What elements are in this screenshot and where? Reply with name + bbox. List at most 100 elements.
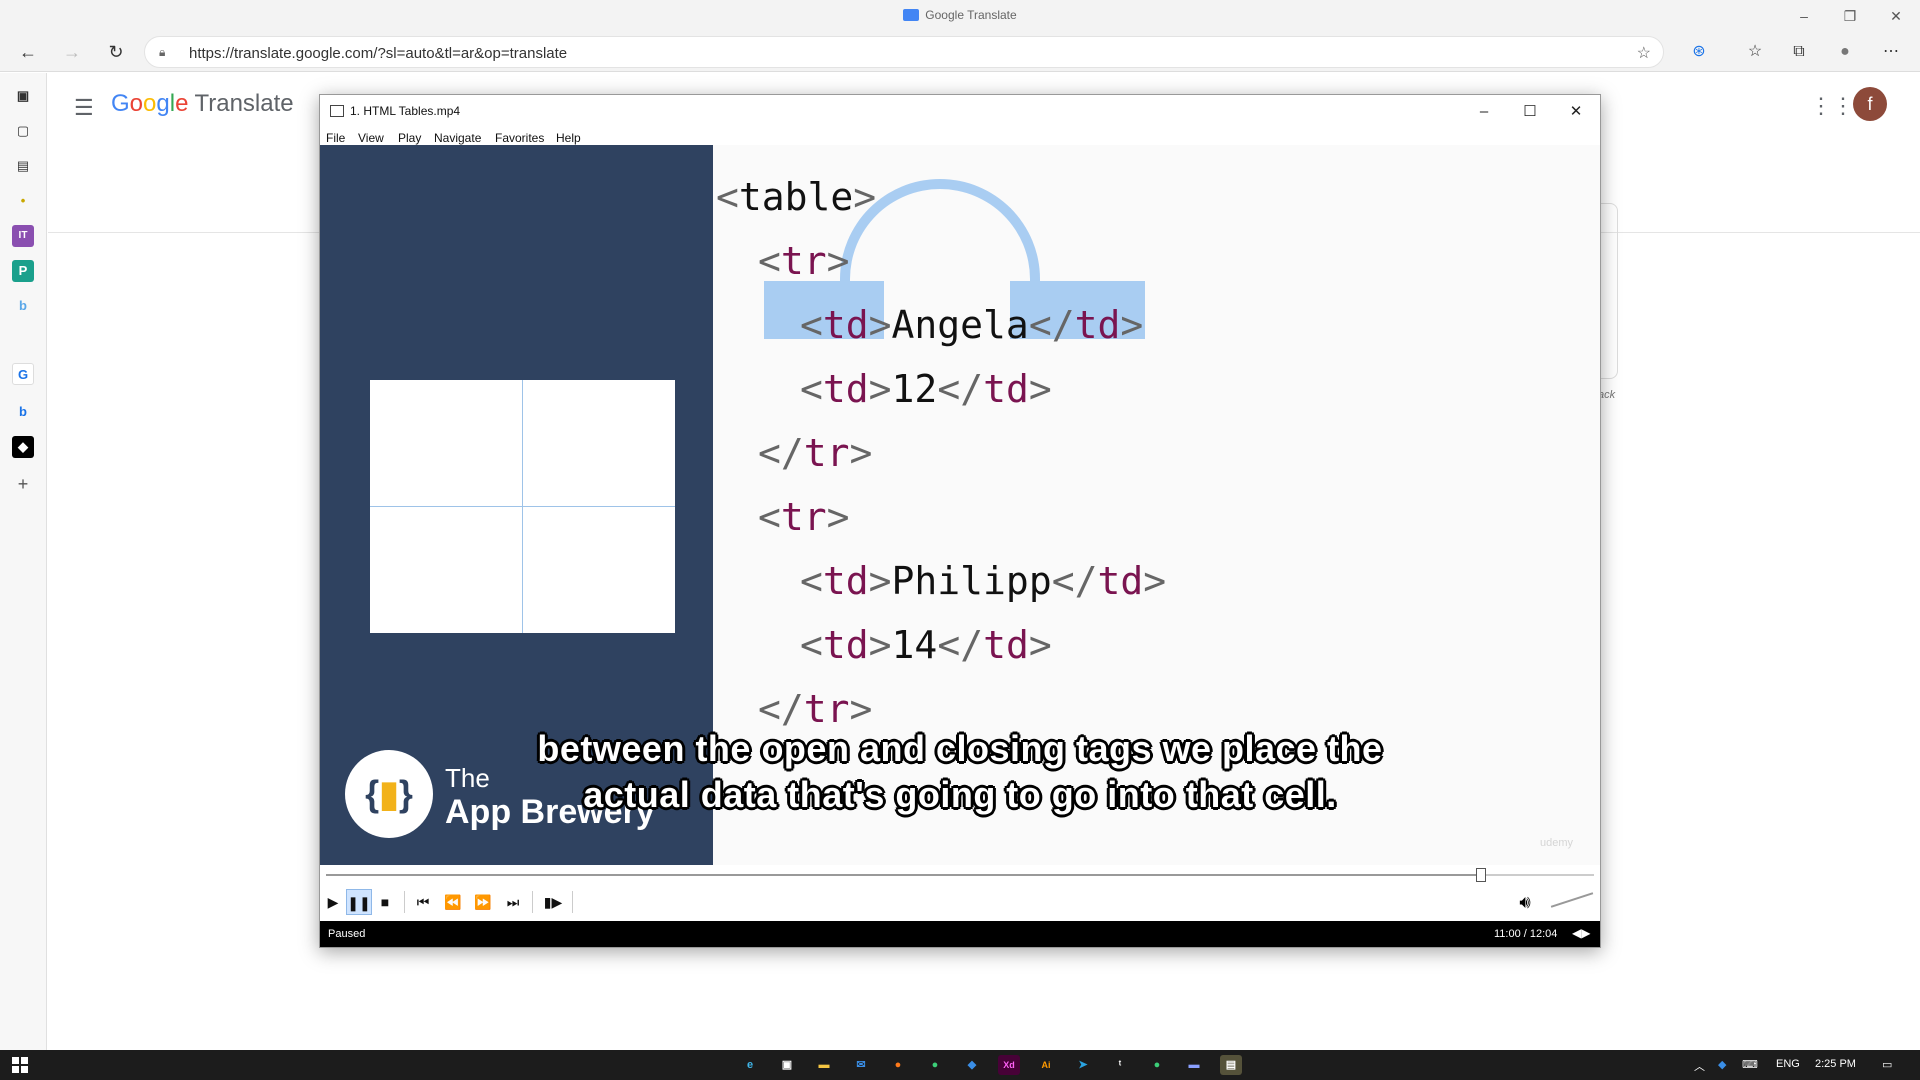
taskbar-store-icon[interactable]: ▣	[776, 1055, 798, 1075]
sidebar-bing-icon[interactable]: b	[12, 295, 34, 317]
menu-file[interactable]: File	[326, 131, 345, 145]
favorite-add-icon[interactable]: ☆	[1637, 43, 1651, 63]
close-button[interactable]: ✕	[1876, 4, 1916, 28]
code-td-12: <td>12</td>	[800, 367, 1052, 411]
taskbar-mail-icon[interactable]: ✉	[850, 1055, 872, 1075]
play-icon[interactable]: ▶	[320, 889, 346, 915]
playback-time: 11:00 / 12:04	[1494, 928, 1558, 940]
sidebar-p-icon[interactable]: P	[12, 260, 34, 282]
tray-dropbox-icon[interactable]: ◆	[1718, 1058, 1726, 1071]
window-title: Google Translate	[0, 8, 1920, 22]
code-td-14: <td>14</td>	[800, 623, 1052, 667]
browser-titlebar: Google Translate – ❐ ✕	[0, 0, 1920, 32]
player-titlebar: 1. HTML Tables.mp4 – ☐ ✕	[320, 95, 1600, 129]
hamburger-menu-icon[interactable]: ☰	[74, 95, 94, 121]
sidebar-box-icon[interactable]: ◆	[12, 436, 34, 458]
player-statusbar: Paused 11:00 / 12:04 ◀▶	[320, 921, 1600, 947]
translate-side-panel	[1600, 203, 1618, 379]
tray-language[interactable]: ENG	[1776, 1058, 1800, 1070]
taskbar-vscode-icon[interactable]: ◆	[961, 1055, 983, 1075]
google-translate-logo[interactable]: Google Translate	[111, 90, 294, 118]
subtitle-line-2: actual data that's going to go into that…	[583, 774, 1337, 815]
refresh-icon[interactable]: ↻	[102, 38, 130, 66]
code-table-open: <table>	[716, 175, 877, 219]
taskbar-mediaplayer-icon[interactable]: ▤	[1220, 1055, 1242, 1075]
sidebar-page-icon[interactable]: ▢	[12, 120, 34, 142]
sidebar-add-icon[interactable]: +	[12, 473, 34, 495]
video-frame[interactable]: {▮} The App Brewery <table> <tr> <td>Ang…	[320, 145, 1600, 865]
address-bar[interactable]: 🔒︎ https://translate.google.com/?sl=auto…	[144, 36, 1664, 68]
sidebar-bing2-icon[interactable]: b	[12, 401, 34, 423]
minimize-button[interactable]: –	[1784, 4, 1824, 28]
menu-favorites[interactable]: Favorites	[495, 131, 544, 145]
volume-slider[interactable]	[1550, 892, 1594, 908]
tray-notification-icon[interactable]: ▭	[1882, 1058, 1892, 1071]
player-app-icon	[330, 105, 344, 117]
code-td-angela: <td>Angela</td>	[800, 303, 1144, 347]
taskbar-explorer-icon[interactable]: ▬	[813, 1055, 835, 1075]
menu-help[interactable]: Help	[556, 131, 581, 145]
player-minimize-button[interactable]: –	[1462, 99, 1506, 125]
menu-navigate[interactable]: Navigate	[434, 131, 481, 145]
sidebar-tabs-icon[interactable]: ▣	[12, 85, 34, 107]
tray-keyboard-icon[interactable]: ⌨	[1742, 1058, 1758, 1071]
back-icon[interactable]: ←	[14, 38, 42, 66]
pause-icon[interactable]: ❚❚	[346, 889, 372, 915]
rewind-icon[interactable]: ⏪	[440, 889, 466, 915]
previous-icon[interactable]: ⏮	[410, 889, 436, 915]
taskbar-telegram-icon[interactable]: ➤	[1072, 1055, 1094, 1075]
taskbar-app-icon[interactable]: ᵗ	[1109, 1055, 1131, 1075]
sidebar-calendar-icon[interactable]: ▤	[12, 155, 34, 177]
subtitle-line-1: between the open and closing tags we pla…	[537, 728, 1383, 769]
seek-bar[interactable]	[326, 868, 1594, 882]
edge-sidebar: ▣ ▢ ▤ • IT P b G b ◆ +	[0, 73, 47, 1050]
forward-icon[interactable]: →	[58, 38, 86, 66]
google-translate-icon	[903, 9, 920, 21]
taskbar-discord-icon[interactable]: ▬	[1183, 1055, 1205, 1075]
audio-output-icon[interactable]: ◀▶	[1572, 926, 1590, 940]
player-maximize-button[interactable]: ☐	[1508, 99, 1552, 125]
taskbar-firefox-icon[interactable]: ●	[887, 1055, 909, 1075]
playback-status: Paused	[328, 928, 366, 940]
collections-icon[interactable]: ⧉	[1786, 40, 1812, 66]
translate-extension-icon[interactable]: ⊛	[1686, 40, 1712, 66]
code-tr1-open: <tr>	[758, 239, 850, 283]
media-player-window: 1. HTML Tables.mp4 – ☐ ✕ File View Play …	[319, 94, 1601, 948]
seek-progress	[326, 874, 1482, 876]
taskbar-app2-icon[interactable]: ●	[1146, 1055, 1168, 1075]
lock-icon: 🔒︎	[159, 45, 166, 59]
profile-icon[interactable]: ●	[1832, 40, 1858, 66]
browser-toolbar: ← → ↻ 🔒︎ https://translate.google.com/?s…	[0, 32, 1920, 72]
favorites-icon[interactable]: ☆	[1742, 40, 1768, 66]
code-tr2-open: <tr>	[758, 495, 850, 539]
stop-icon[interactable]: ■	[372, 889, 398, 915]
player-close-button[interactable]: ✕	[1554, 99, 1598, 125]
udemy-watermark: udemy	[1540, 837, 1574, 849]
taskbar-illustrator-icon[interactable]: Ai	[1035, 1055, 1057, 1075]
sidebar-translate-icon[interactable]: G	[12, 363, 34, 385]
seek-thumb[interactable]	[1476, 868, 1487, 882]
tray-chevron-icon[interactable]: ︿	[1694, 1058, 1705, 1074]
windows-taskbar: e ▣ ▬ ✉ ● ● ◆ Xd Ai ➤ ᵗ ● ▬ ▤ ︿ ◆ ⌨ ENG …	[0, 1050, 1920, 1080]
table-illustration	[370, 380, 675, 633]
menu-view[interactable]: View	[358, 131, 384, 145]
url-text[interactable]: https://translate.google.com/?sl=auto&tl…	[189, 45, 567, 62]
fast-forward-icon[interactable]: ⏩	[470, 889, 496, 915]
more-menu-icon[interactable]: ⋯	[1878, 40, 1904, 66]
code-td-philipp: <td>Philipp</td>	[800, 559, 1167, 603]
sidebar-app-icon[interactable]: IT	[12, 225, 34, 247]
sidebar-bulb-icon[interactable]: •	[12, 190, 34, 212]
menu-play[interactable]: Play	[398, 131, 421, 145]
windows-start-icon[interactable]	[12, 1057, 28, 1073]
volume-icon[interactable]: 🔊︎	[1510, 889, 1540, 915]
frame-step-icon[interactable]: ▮▶	[540, 889, 566, 915]
taskbar-xd-icon[interactable]: Xd	[998, 1055, 1020, 1075]
tray-clock[interactable]: 2:25 PM	[1815, 1058, 1856, 1070]
code-tr1-close: </tr>	[758, 431, 873, 475]
taskbar-chrome-icon[interactable]: ●	[924, 1055, 946, 1075]
restore-button[interactable]: ❐	[1830, 4, 1870, 28]
account-avatar[interactable]: f	[1853, 87, 1887, 121]
taskbar-edge-icon[interactable]: e	[739, 1055, 761, 1075]
next-icon[interactable]: ⏭	[500, 889, 526, 915]
player-title: 1. HTML Tables.mp4	[350, 104, 461, 118]
